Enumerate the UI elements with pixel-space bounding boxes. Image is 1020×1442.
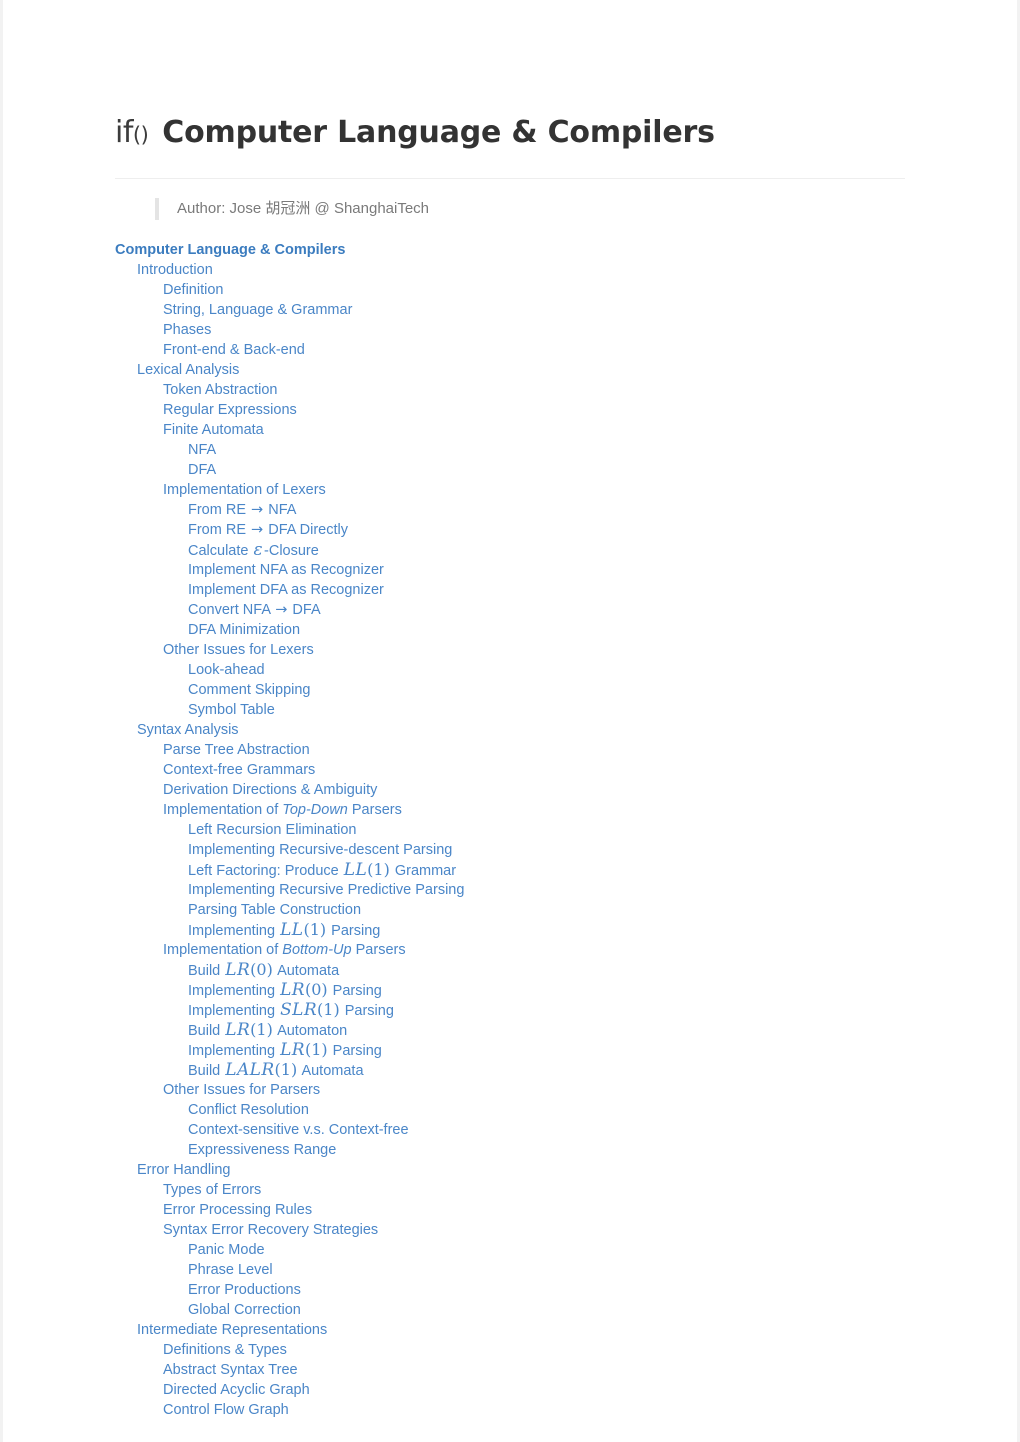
toc-link[interactable]: DFA Minimization xyxy=(115,620,905,640)
logo-parentheses: () xyxy=(132,123,149,148)
toc-link[interactable]: Left Factoring: Produce LL(1) Grammar xyxy=(115,860,905,880)
document-header: if() Computer Language & Compilers xyxy=(115,0,905,180)
toc-link[interactable]: From RE → NFA xyxy=(115,500,905,520)
page-edge-left xyxy=(0,0,3,1442)
toc-link[interactable]: Control Flow Graph xyxy=(115,1400,905,1420)
toc-link[interactable]: Definitions & Types xyxy=(115,1340,905,1360)
toc-link[interactable]: Finite Automata xyxy=(115,420,905,440)
toc-link[interactable]: DFA xyxy=(115,460,905,480)
toc-link[interactable]: Derivation Directions & Ambiguity xyxy=(115,780,905,800)
toc-link[interactable]: Implementation of Bottom-Up Parsers xyxy=(115,940,905,960)
page-title: Computer Language & Compilers xyxy=(162,115,715,151)
toc-link[interactable]: Context-free Grammars xyxy=(115,760,905,780)
toc-link[interactable]: Introduction xyxy=(115,260,905,280)
toc-link[interactable]: Symbol Table xyxy=(115,700,905,720)
toc-link[interactable]: Error Productions xyxy=(115,1280,905,1300)
toc-root-link[interactable]: Computer Language & Compilers xyxy=(115,240,905,260)
logo-text: if xyxy=(115,115,133,151)
toc-link[interactable]: Other Issues for Parsers xyxy=(115,1080,905,1100)
toc-link[interactable]: Convert NFA → DFA xyxy=(115,600,905,620)
toc-link[interactable]: Regular Expressions xyxy=(115,400,905,420)
author-line: Author: Jose 胡冠洲 @ ShanghaiTech xyxy=(177,200,430,218)
toc-link[interactable]: Conflict Resolution xyxy=(115,1100,905,1120)
toc-link[interactable]: Error Processing Rules xyxy=(115,1200,905,1220)
toc-link[interactable]: Implementing LR(1) Parsing xyxy=(115,1040,905,1060)
toc-link[interactable]: Look-ahead xyxy=(115,660,905,680)
toc-link[interactable]: Implementing SLR(1) Parsing xyxy=(115,1000,905,1020)
toc-link[interactable]: Directed Acyclic Graph xyxy=(115,1380,905,1400)
toc-link[interactable]: Implementing Recursive-descent Parsing xyxy=(115,840,905,860)
toc-link[interactable]: Phrase Level xyxy=(115,1260,905,1280)
toc-link[interactable]: Parse Tree Abstraction xyxy=(115,740,905,760)
toc-link[interactable]: Implement NFA as Recognizer xyxy=(115,560,905,580)
toc-link[interactable]: Front-end & Back-end xyxy=(115,340,905,360)
toc-link[interactable]: Error Handling xyxy=(115,1160,905,1180)
toc-link[interactable]: Abstract Syntax Tree xyxy=(115,1360,905,1380)
toc-link[interactable]: Types of Errors xyxy=(115,1180,905,1200)
toc-link[interactable]: Lexical Analysis xyxy=(115,360,905,380)
toc-link[interactable]: From RE → DFA Directly xyxy=(115,520,905,540)
toc-link[interactable]: Implement DFA as Recognizer xyxy=(115,580,905,600)
toc-link[interactable]: Token Abstraction xyxy=(115,380,905,400)
toc-link[interactable]: String, Language & Grammar xyxy=(115,300,905,320)
toc-link[interactable]: Intermediate Representations xyxy=(115,1320,905,1340)
toc-link[interactable]: NFA xyxy=(115,440,905,460)
toc-link[interactable]: Build LR(0) Automata xyxy=(115,960,905,980)
toc-link[interactable]: Global Correction xyxy=(115,1300,905,1320)
toc-link[interactable]: Build LR(1) Automaton xyxy=(115,1020,905,1040)
toc-link[interactable]: Implementation of Lexers xyxy=(115,480,905,500)
toc-link[interactable]: Expressiveness Range xyxy=(115,1140,905,1160)
author-blockquote: Author: Jose 胡冠洲 @ ShanghaiTech xyxy=(155,198,865,221)
toc-link[interactable]: Other Issues for Lexers xyxy=(115,640,905,660)
toc-link[interactable]: Phases xyxy=(115,320,905,340)
toc-link[interactable]: Comment Skipping xyxy=(115,680,905,700)
toc-link[interactable]: Panic Mode xyxy=(115,1240,905,1260)
toc-link[interactable]: Implementation of Top-Down Parsers xyxy=(115,800,905,820)
toc-link[interactable]: Context-sensitive v.s. Context-free xyxy=(115,1120,905,1140)
toc-link[interactable]: Definition xyxy=(115,280,905,300)
document-content: if() Computer Language & Compilers Autho… xyxy=(115,0,905,1420)
toc-link[interactable]: Calculate ε-Closure xyxy=(115,540,905,560)
toc-link[interactable]: Syntax Analysis xyxy=(115,720,905,740)
document-page: if() Computer Language & Compilers Autho… xyxy=(0,0,1020,1442)
table-of-contents: Computer Language & Compilers Introductio… xyxy=(115,240,905,1420)
toc-link[interactable]: Syntax Error Recovery Strategies xyxy=(115,1220,905,1240)
toc-link[interactable]: Build LALR(1) Automata xyxy=(115,1060,905,1080)
if-logo: if() xyxy=(115,115,149,151)
toc-link[interactable]: Left Recursion Elimination xyxy=(115,820,905,840)
toc-link[interactable]: Implementing LL(1) Parsing xyxy=(115,920,905,940)
toc-link[interactable]: Parsing Table Construction xyxy=(115,900,905,920)
toc-link[interactable]: Implementing LR(0) Parsing xyxy=(115,980,905,1000)
toc-link[interactable]: Implementing Recursive Predictive Parsin… xyxy=(115,880,905,900)
